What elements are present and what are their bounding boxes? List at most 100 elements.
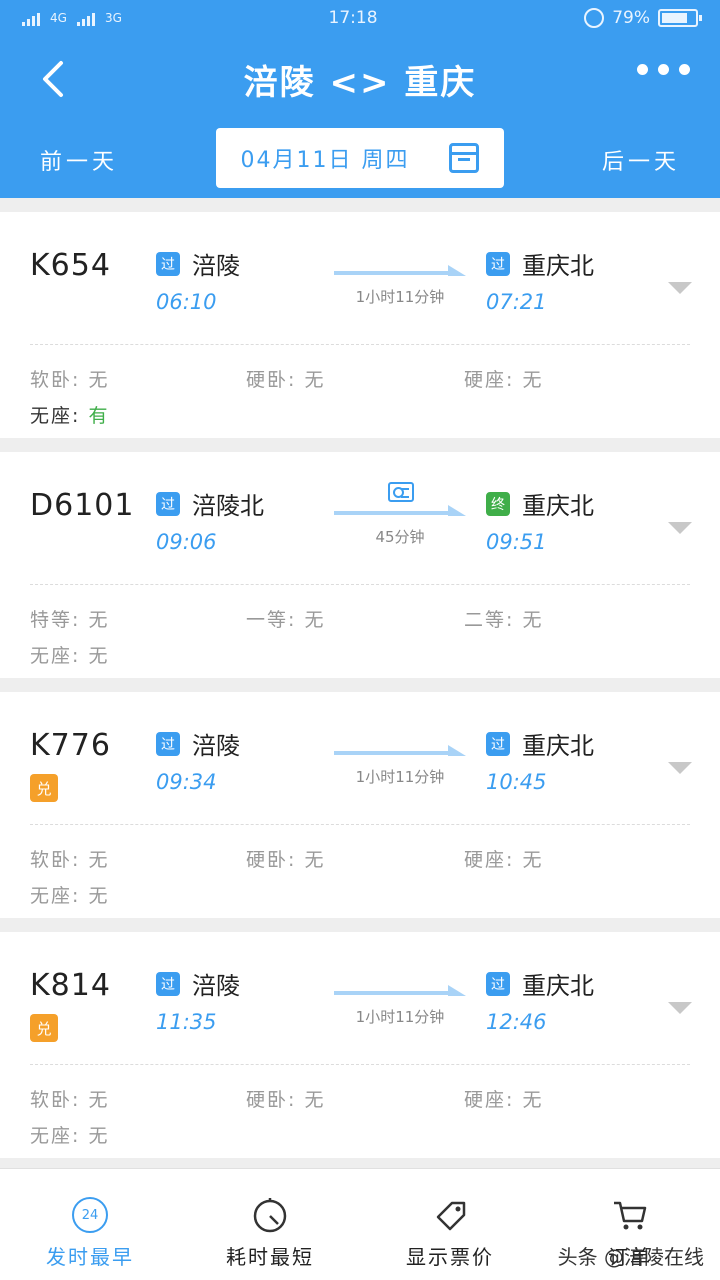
battery-percent: 79% — [612, 8, 650, 28]
train-card[interactable]: K776 兑 过 涪陵 09:34 1小时11分钟 过 重庆北 10:45 软卧… — [0, 692, 720, 918]
seat-info: 软卧: 无 — [30, 365, 109, 392]
more-dot-icon — [658, 64, 669, 75]
tab-label: 显示票价 — [406, 1245, 494, 1269]
seat-label: 软卧: — [30, 849, 81, 871]
seat-label: 无座: — [30, 885, 81, 907]
more-dot-icon — [679, 64, 690, 75]
header: 4G 3G 17:18 79% 涪陵 <> 重庆 前一天 04月11日 周四 后… — [0, 0, 720, 198]
date-picker[interactable]: 04月11日 周四 — [216, 128, 504, 188]
seat-label: 无座: — [30, 405, 81, 427]
seat-info: 硬座: 无 — [464, 365, 543, 392]
seat-label: 无座: — [30, 645, 81, 667]
chevron-down-icon[interactable] — [668, 762, 692, 774]
seat-label: 特等: — [30, 609, 81, 631]
pass-tag-icon: 过 — [156, 491, 180, 516]
arrow-right-icon — [334, 505, 466, 516]
pass-tag-icon: 过 — [486, 971, 510, 996]
train-card[interactable]: D6101 过 涪陵北 09:06 45分钟 终 重庆北 09:51 特等: 无… — [0, 452, 720, 678]
bottom-tab-bar: 24 发时最早 耗时最短 显示票价 订单 头条 @涪陵在线 — [0, 1168, 720, 1280]
tab-show-price[interactable]: 显示票价 — [360, 1169, 540, 1280]
travel-duration: 45分钟 — [375, 528, 425, 546]
arrival-station: 过 重庆北 — [486, 726, 594, 761]
seat-value: 无 — [88, 369, 110, 391]
seat-info: 无座: 无 — [30, 881, 109, 908]
seat-info: 硬座: 无 — [464, 845, 543, 872]
travel-duration: 1小时11分钟 — [355, 1008, 445, 1026]
seat-label: 二等: — [464, 609, 515, 631]
train-card[interactable]: K654 过 涪陵 06:10 1小时11分钟 过 重庆北 07:21 软卧: … — [0, 212, 720, 438]
prev-day-button[interactable]: 前一天 — [40, 144, 118, 176]
train-number: D6101 — [30, 488, 135, 523]
seat-value: 无 — [522, 369, 544, 391]
train-card[interactable]: K814 兑 过 涪陵 11:35 1小时11分钟 过 重庆北 12:46 软卧… — [0, 932, 720, 1158]
seat-value: 无 — [88, 1089, 110, 1111]
travel-duration: 1小时11分钟 — [355, 288, 445, 306]
stopwatch-icon — [253, 1198, 287, 1233]
seat-info: 无座: 有 — [30, 401, 109, 428]
seat-label: 硬座: — [464, 849, 515, 871]
divider — [30, 824, 690, 825]
seat-value-available: 有 — [88, 405, 110, 427]
departure-station: 过 涪陵 — [156, 726, 240, 761]
seat-value: 无 — [304, 1089, 326, 1111]
seat-value: 无 — [88, 609, 110, 631]
chevron-down-icon[interactable] — [668, 522, 692, 534]
tab-label: 发时最早 — [46, 1245, 134, 1269]
price-tag-icon — [436, 1201, 466, 1231]
departure-station: 过 涪陵 — [156, 246, 240, 281]
seat-label: 无座: — [30, 1125, 81, 1147]
pass-tag-icon: 过 — [486, 251, 510, 276]
chevron-down-icon[interactable] — [668, 282, 692, 294]
arrival-station-name: 重庆北 — [522, 252, 594, 280]
train-number: K776 — [30, 728, 111, 763]
departure-station-name: 涪陵 — [192, 252, 240, 280]
status-bar: 4G 3G 17:18 79% — [0, 0, 720, 36]
network-label-1: 4G — [50, 11, 67, 25]
departure-station: 过 涪陵北 — [156, 486, 264, 521]
departure-time: 09:06 — [156, 530, 217, 554]
seat-info: 特等: 无 — [30, 605, 109, 632]
seat-info: 硬卧: 无 — [246, 365, 325, 392]
seat-value: 无 — [88, 1125, 110, 1147]
divider — [30, 1064, 690, 1065]
redeem-badge-icon: 兑 — [30, 1014, 58, 1042]
next-day-button[interactable]: 后一天 — [602, 144, 680, 176]
seat-value: 无 — [88, 645, 110, 667]
more-button[interactable] — [637, 64, 690, 75]
departure-station: 过 涪陵 — [156, 966, 240, 1001]
departure-station-name: 涪陵 — [192, 732, 240, 760]
arrival-station: 过 重庆北 — [486, 246, 594, 281]
seat-info: 软卧: 无 — [30, 1085, 109, 1112]
seat-info: 软卧: 无 — [30, 845, 109, 872]
departure-station-name: 涪陵 — [192, 972, 240, 1000]
signal-icon — [22, 10, 40, 26]
network-label-2: 3G — [104, 11, 122, 25]
arrival-station: 终 重庆北 — [486, 486, 594, 521]
chevron-down-icon[interactable] — [668, 1002, 692, 1014]
pass-tag-icon: 过 — [486, 731, 510, 756]
date-text: 04月11日 周四 — [240, 148, 410, 173]
status-time: 17:18 — [328, 8, 378, 28]
train-list: K654 过 涪陵 06:10 1小时11分钟 过 重庆北 07:21 软卧: … — [0, 212, 720, 1172]
departure-station-name: 涪陵北 — [192, 492, 264, 520]
seat-label: 硬卧: — [246, 369, 297, 391]
tab-shortest-duration[interactable]: 耗时最短 — [180, 1169, 360, 1280]
divider — [30, 584, 690, 585]
battery-icon — [657, 9, 702, 27]
arrival-station-name: 重庆北 — [522, 732, 594, 760]
status-bar-right: 79% — [584, 8, 702, 28]
seat-value: 无 — [304, 849, 326, 871]
calendar-icon — [449, 143, 480, 173]
seat-value: 无 — [304, 609, 326, 631]
id-card-icon — [388, 482, 414, 502]
arrival-time: 10:45 — [486, 770, 547, 794]
tab-earliest-departure[interactable]: 24 发时最早 — [0, 1169, 180, 1280]
redeem-badge-icon: 兑 — [30, 774, 58, 802]
seat-info: 二等: 无 — [464, 605, 543, 632]
seat-label: 软卧: — [30, 1089, 81, 1111]
back-button[interactable] — [28, 54, 78, 104]
departure-time: 11:35 — [156, 1010, 217, 1034]
seat-info: 一等: 无 — [246, 605, 325, 632]
more-dot-icon — [637, 64, 648, 75]
clock-24-icon: 24 — [72, 1197, 108, 1233]
